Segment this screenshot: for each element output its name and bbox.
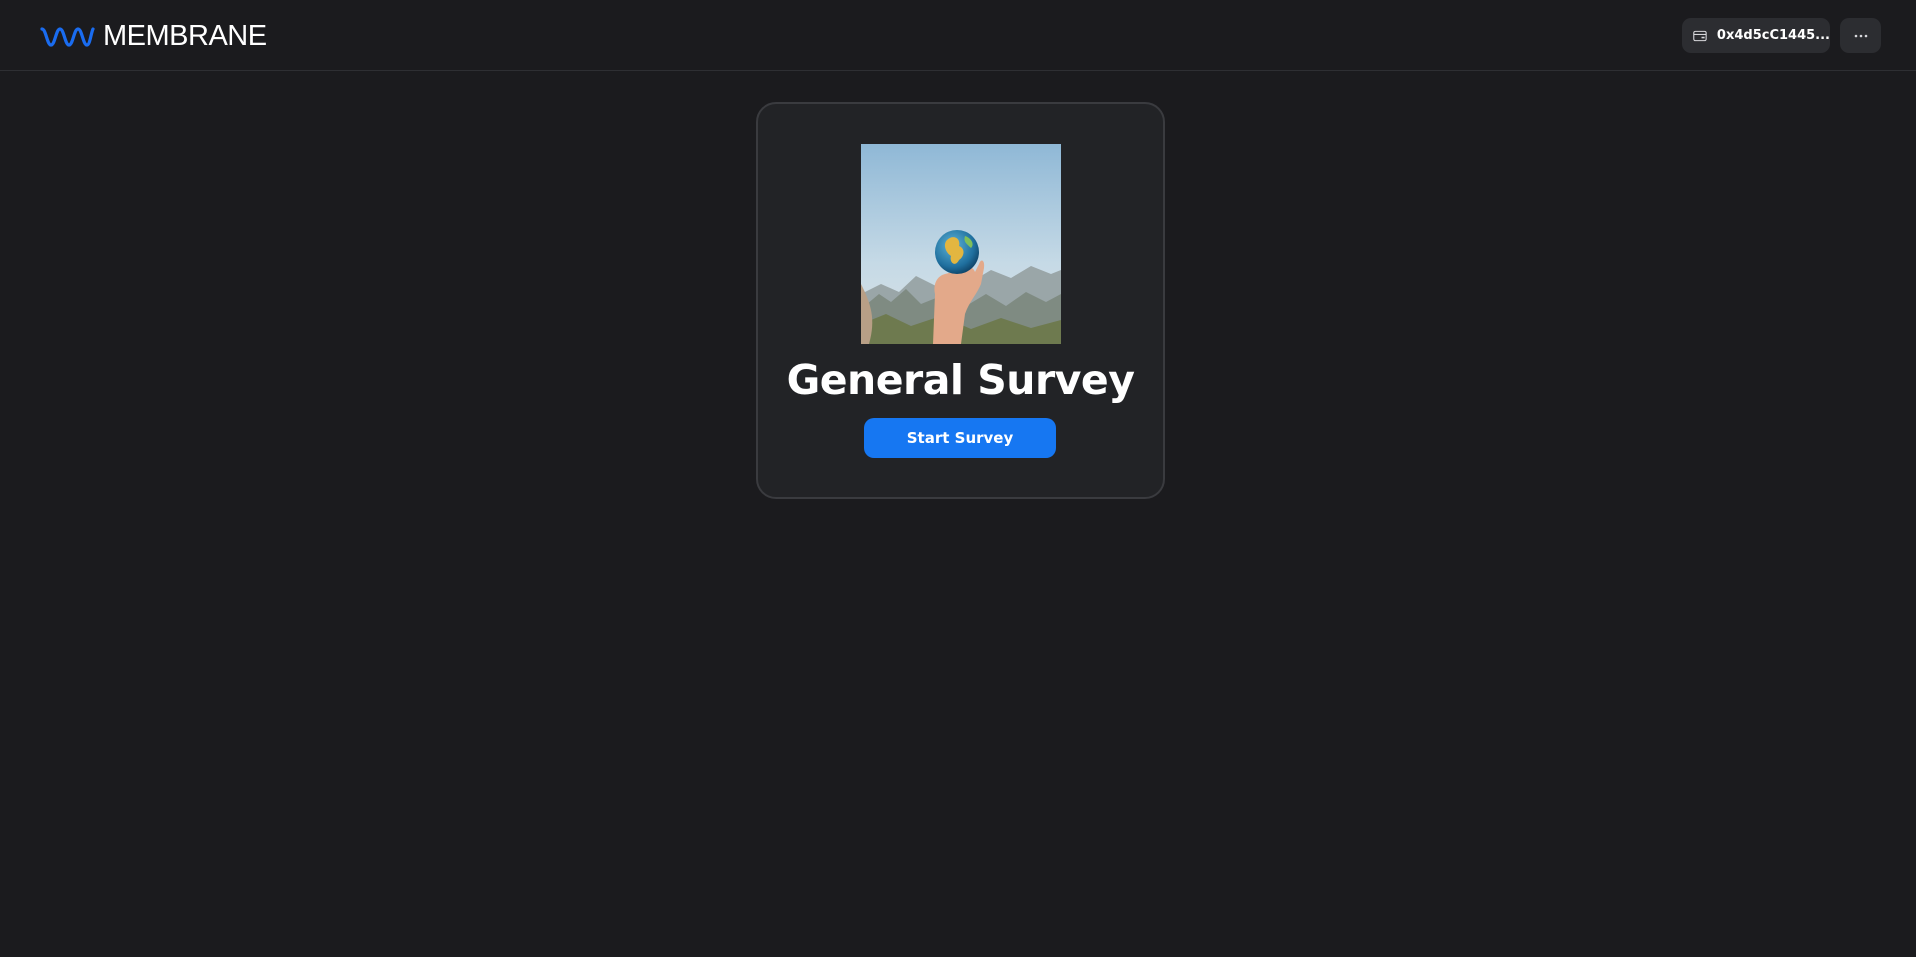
ellipsis-icon [1854,34,1867,37]
start-survey-button[interactable]: Start Survey [864,418,1056,458]
top-navigation-bar: MEMBRANE 0x4d5cC1445... [0,0,1916,71]
more-options-button[interactable] [1840,18,1881,53]
survey-card: General Survey Start Survey [756,102,1165,499]
brand-logo[interactable]: MEMBRANE [39,19,267,53]
wallet-address-text: 0x4d5cC1445... [1716,28,1830,43]
membrane-wave-logo-icon [40,27,95,47]
wallet-address-button[interactable]: 0x4d5cC1445... [1682,18,1830,53]
survey-cover-image [861,144,1061,344]
wallet-icon [1693,30,1707,41]
brand-name: MEMBRANE [103,20,267,52]
survey-title: General Survey [786,356,1135,404]
